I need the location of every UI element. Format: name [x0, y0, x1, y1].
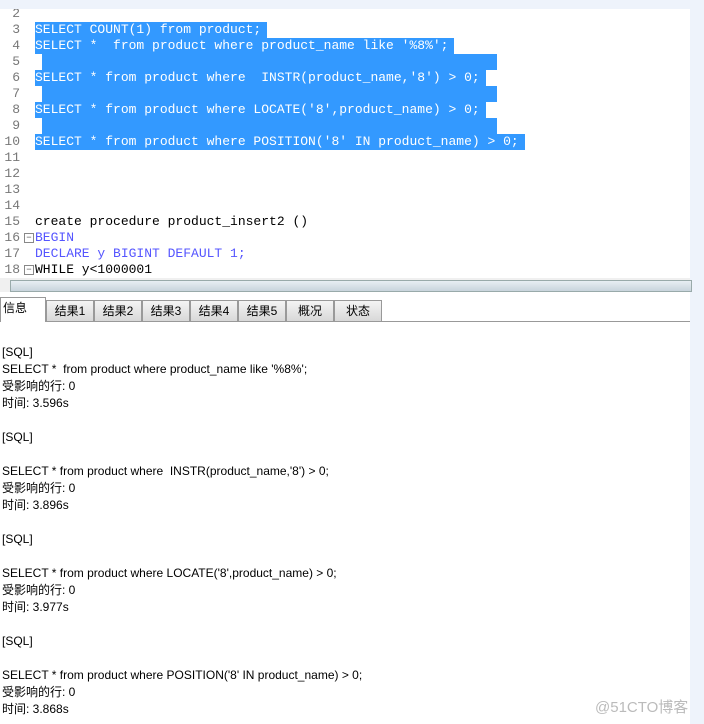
- scrollbar-thumb[interactable]: [10, 280, 692, 292]
- line-number: 10: [4, 134, 20, 149]
- fold-toggle-icon[interactable]: −: [24, 265, 34, 275]
- editor-line: 7: [0, 86, 690, 102]
- message-output: [SQL] SELECT * from product where product…: [2, 344, 362, 718]
- watermark: @51CTO博客: [595, 699, 689, 716]
- output-line: [SQL]: [2, 345, 33, 359]
- right-strip: [690, 0, 704, 724]
- output-line: SELECT * from product where LOCATE('8',p…: [2, 566, 337, 580]
- editor-line: 10 SELECT * from product where POSITION('…: [0, 134, 690, 150]
- line-number: 3: [12, 22, 20, 37]
- editor-line: 15 create procedure product_insert2 (): [0, 214, 690, 230]
- line-number: 8: [12, 102, 20, 117]
- line-number: 14: [4, 198, 20, 213]
- line-number: 6: [12, 70, 20, 85]
- selection-highlight: [42, 86, 497, 102]
- code-text: SELECT * from product where POSITION('8'…: [35, 134, 525, 150]
- editor-line: 9: [0, 118, 690, 134]
- output-line: 受影响的行: 0: [2, 481, 76, 495]
- output-line: 时间: 3.868s: [2, 702, 69, 716]
- code-text: DECLARE y BIGINT DEFAULT 1;: [35, 246, 246, 261]
- output-line: 受影响的行: 0: [2, 685, 76, 699]
- horizontal-scrollbar[interactable]: [0, 278, 692, 292]
- top-strip: [0, 0, 704, 9]
- output-line: 时间: 3.596s: [2, 396, 69, 410]
- tab-3[interactable]: 结果3: [142, 300, 190, 322]
- editor-line: 6 SELECT * from product where INSTR(produ…: [0, 70, 690, 86]
- line-number: 12: [4, 166, 20, 181]
- line-number: 5: [12, 54, 20, 69]
- line-number: 9: [12, 118, 20, 133]
- editor-line: 5: [0, 54, 690, 70]
- editor-line: 14: [0, 198, 690, 214]
- output-line: 时间: 3.896s: [2, 498, 69, 512]
- line-number: 7: [12, 86, 20, 101]
- tab-6[interactable]: 概况: [286, 300, 334, 322]
- code-text: SELECT COUNT(1) from product;: [35, 22, 268, 38]
- tab-0[interactable]: 信息: [0, 297, 46, 322]
- code-text: BEGIN: [35, 230, 75, 245]
- editor-line: 2: [0, 9, 690, 22]
- code-text: SELECT * from product where INSTR(produc…: [35, 70, 486, 86]
- fold-toggle-icon[interactable]: −: [24, 233, 34, 243]
- output-line: SELECT * from product where product_name…: [2, 362, 308, 376]
- output-line: SELECT * from product where POSITION('8'…: [2, 668, 363, 682]
- result-tabs: 信息 结果1 结果2 结果3 结果4 结果5 概况 状态: [0, 297, 690, 322]
- line-number: 15: [4, 214, 20, 229]
- selection-highlight: [42, 54, 497, 70]
- line-number: 2: [12, 9, 20, 21]
- editor-line: 11: [0, 150, 690, 166]
- editor-line: 8 SELECT * from product where LOCATE('8',…: [0, 102, 690, 118]
- output-line: 时间: 3.977s: [2, 600, 69, 614]
- tab-2[interactable]: 结果2: [94, 300, 142, 322]
- editor-line: 3 SELECT COUNT(1) from product;: [0, 22, 690, 38]
- editor-line: 16− BEGIN: [0, 230, 690, 246]
- selection-highlight: [42, 118, 497, 134]
- tab-1[interactable]: 结果1: [46, 300, 94, 322]
- tab-4[interactable]: 结果4: [190, 300, 238, 322]
- line-number: 13: [4, 182, 20, 197]
- line-number: 18: [4, 262, 20, 277]
- line-number: 17: [4, 246, 20, 261]
- output-line: [SQL]: [2, 430, 33, 444]
- code-text: create procedure product_insert2 (): [35, 214, 309, 229]
- output-line: 受影响的行: 0: [2, 379, 76, 393]
- tab-7[interactable]: 状态: [334, 300, 382, 322]
- editor-line: 4 SELECT * from product where product_nam…: [0, 38, 690, 54]
- editor-line: 12: [0, 166, 690, 182]
- output-line: [SQL]: [2, 532, 33, 546]
- output-line: SELECT * from product where INSTR(produc…: [2, 464, 329, 478]
- line-number: 11: [4, 150, 20, 165]
- line-number: 16: [4, 230, 20, 245]
- code-text: SELECT * from product where product_name…: [35, 38, 455, 54]
- tab-5[interactable]: 结果5: [238, 300, 286, 322]
- sql-editor[interactable]: 2 3 SELECT COUNT(1) from product; 4 SELECT *…: [0, 9, 690, 278]
- code-text: SELECT * from product where LOCATE('8',p…: [35, 102, 486, 118]
- code-text: WHILE y<1000001: [35, 262, 153, 277]
- editor-line: 13: [0, 182, 690, 198]
- output-line: [SQL]: [2, 634, 33, 648]
- editor-line: 17 DECLARE y BIGINT DEFAULT 1;: [0, 246, 690, 262]
- output-line: 受影响的行: 0: [2, 583, 76, 597]
- editor-line: 18− WHILE y<1000001: [0, 262, 690, 278]
- line-number: 4: [12, 38, 20, 53]
